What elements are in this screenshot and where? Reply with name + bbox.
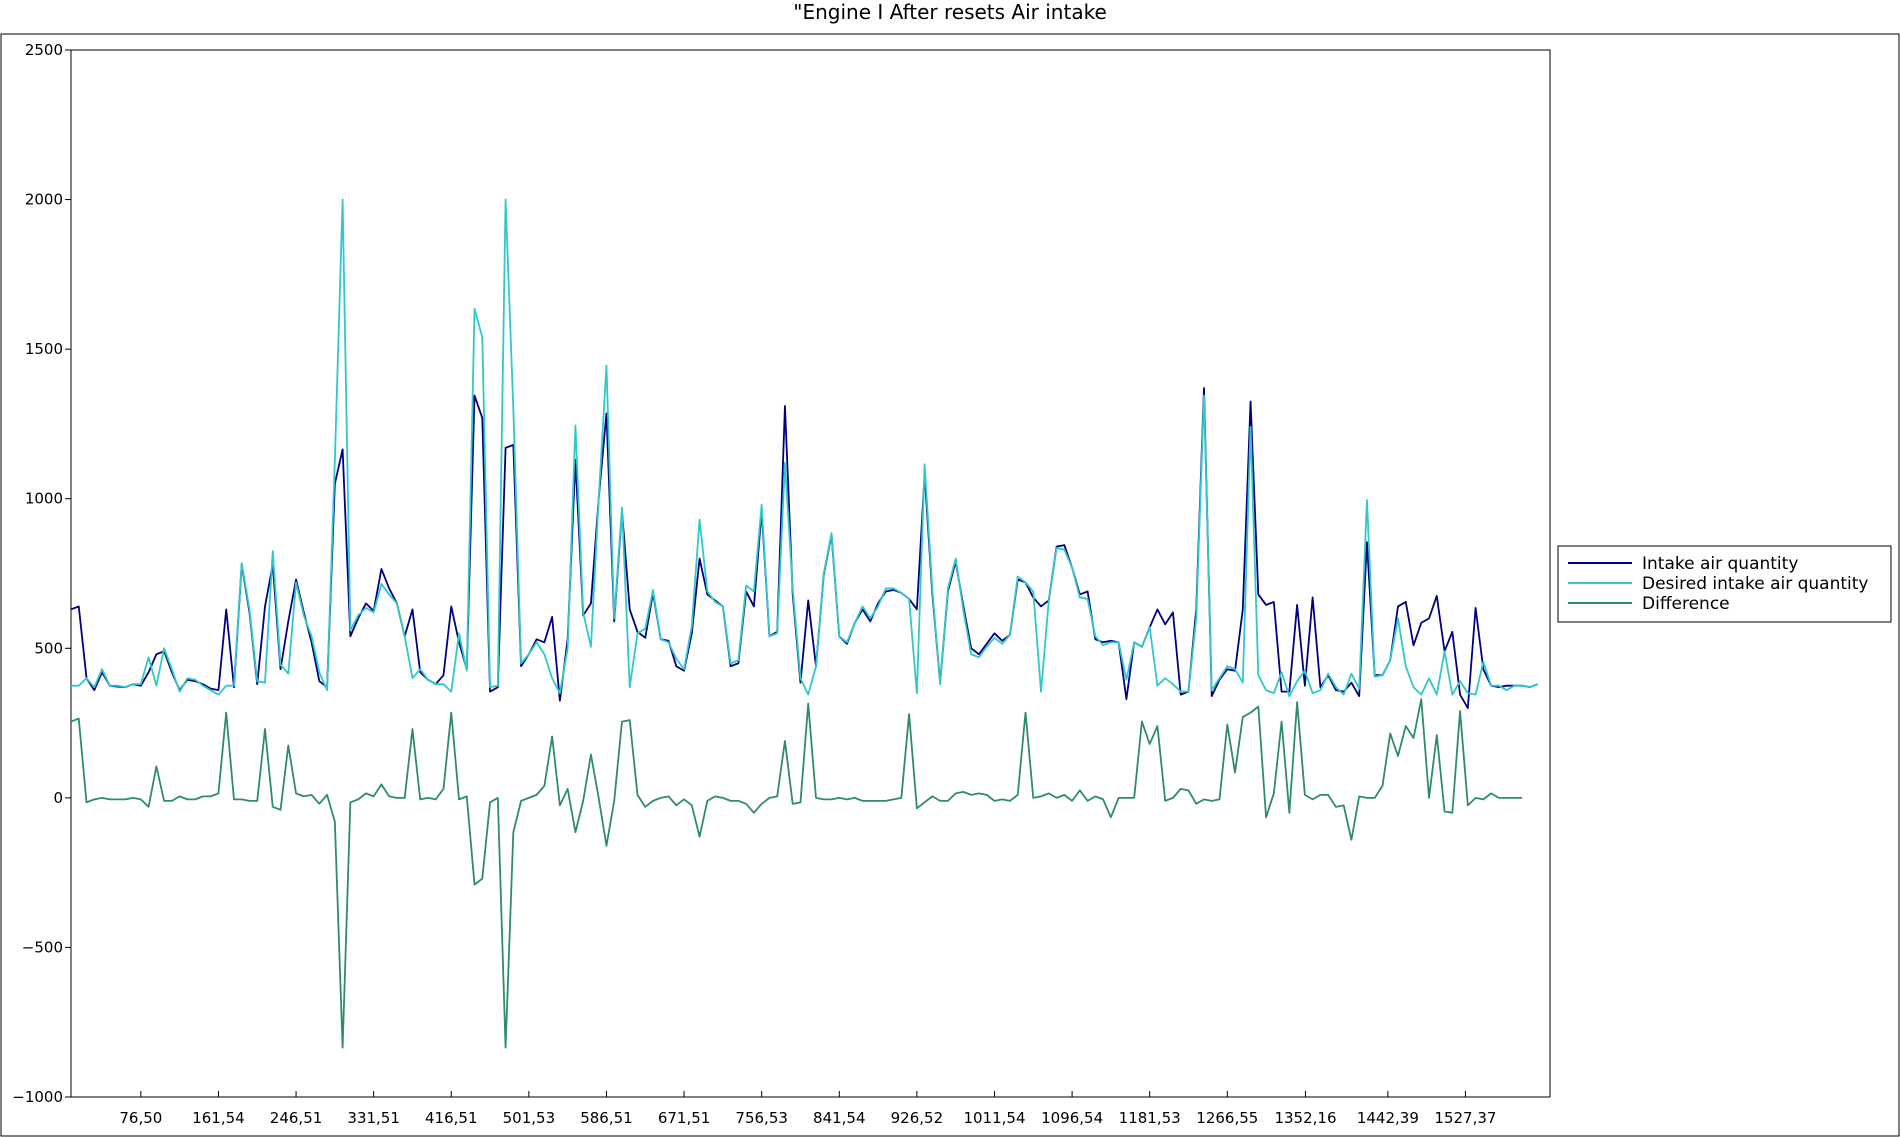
x-tick-label: 1266,55 bbox=[1196, 1109, 1258, 1127]
x-tick-label: 1442,39 bbox=[1357, 1109, 1419, 1127]
x-axis: 76,50 161,54 246,51 331,51 416,51 501,53 586,5… bbox=[119, 1091, 1496, 1127]
x-tick-label: 76,50 bbox=[119, 1109, 162, 1127]
x-tick-label: 416,51 bbox=[425, 1109, 478, 1127]
x-tick-label: 926,52 bbox=[891, 1109, 944, 1127]
series-line-intake-air-quantity bbox=[70, 387, 1538, 710]
y-tick-label: −500 bbox=[22, 938, 63, 956]
x-tick-label: 1181,53 bbox=[1119, 1109, 1181, 1127]
legend-label-intake: Intake air quantity bbox=[1642, 554, 1798, 574]
y-tick-label: 1000 bbox=[25, 490, 63, 508]
series-line-desired-intake-air-quantity bbox=[71, 198, 1538, 698]
x-tick-label: 1527,37 bbox=[1434, 1109, 1496, 1127]
y-tick-label: 500 bbox=[34, 639, 63, 657]
x-tick-label: 501,53 bbox=[503, 1109, 556, 1127]
plot-area bbox=[70, 49, 1551, 1098]
y-tick-label: 2500 bbox=[25, 41, 63, 59]
y-tick-label: −1000 bbox=[12, 1088, 63, 1106]
line-chart: "Engine I After resets Air intake −1000−… bbox=[0, 0, 1900, 1137]
chart-root: "Engine I After resets Air intake −1000−… bbox=[0, 0, 1901, 1137]
y-tick-label: 1500 bbox=[25, 340, 63, 358]
legend: Intake air quantity Desired intake air q… bbox=[1557, 545, 1892, 623]
x-tick-label: 161,54 bbox=[192, 1109, 245, 1127]
x-tick-label: 586,51 bbox=[580, 1109, 633, 1127]
series-line-difference bbox=[70, 698, 1523, 1049]
chart-title: "Engine I After resets Air intake bbox=[793, 0, 1107, 24]
y-tick-label: 0 bbox=[53, 789, 63, 807]
x-tick-label: 671,51 bbox=[658, 1109, 711, 1127]
series-layer bbox=[70, 198, 1538, 1049]
y-axis: −1000 −500 0 500 1000 1500 2000 2500 bbox=[12, 41, 71, 1106]
x-tick-label: 756,53 bbox=[735, 1109, 788, 1127]
x-tick-label: 331,51 bbox=[347, 1109, 400, 1127]
legend-label-desired: Desired intake air quantity bbox=[1642, 574, 1869, 594]
x-tick-label: 1011,54 bbox=[963, 1109, 1025, 1127]
x-tick-label: 246,51 bbox=[270, 1109, 323, 1127]
x-tick-label: 841,54 bbox=[813, 1109, 866, 1127]
y-tick-label: 2000 bbox=[25, 191, 63, 209]
legend-label-difference: Difference bbox=[1642, 594, 1730, 614]
x-tick-label: 1096,54 bbox=[1041, 1109, 1103, 1127]
x-tick-label: 1352,16 bbox=[1274, 1109, 1336, 1127]
